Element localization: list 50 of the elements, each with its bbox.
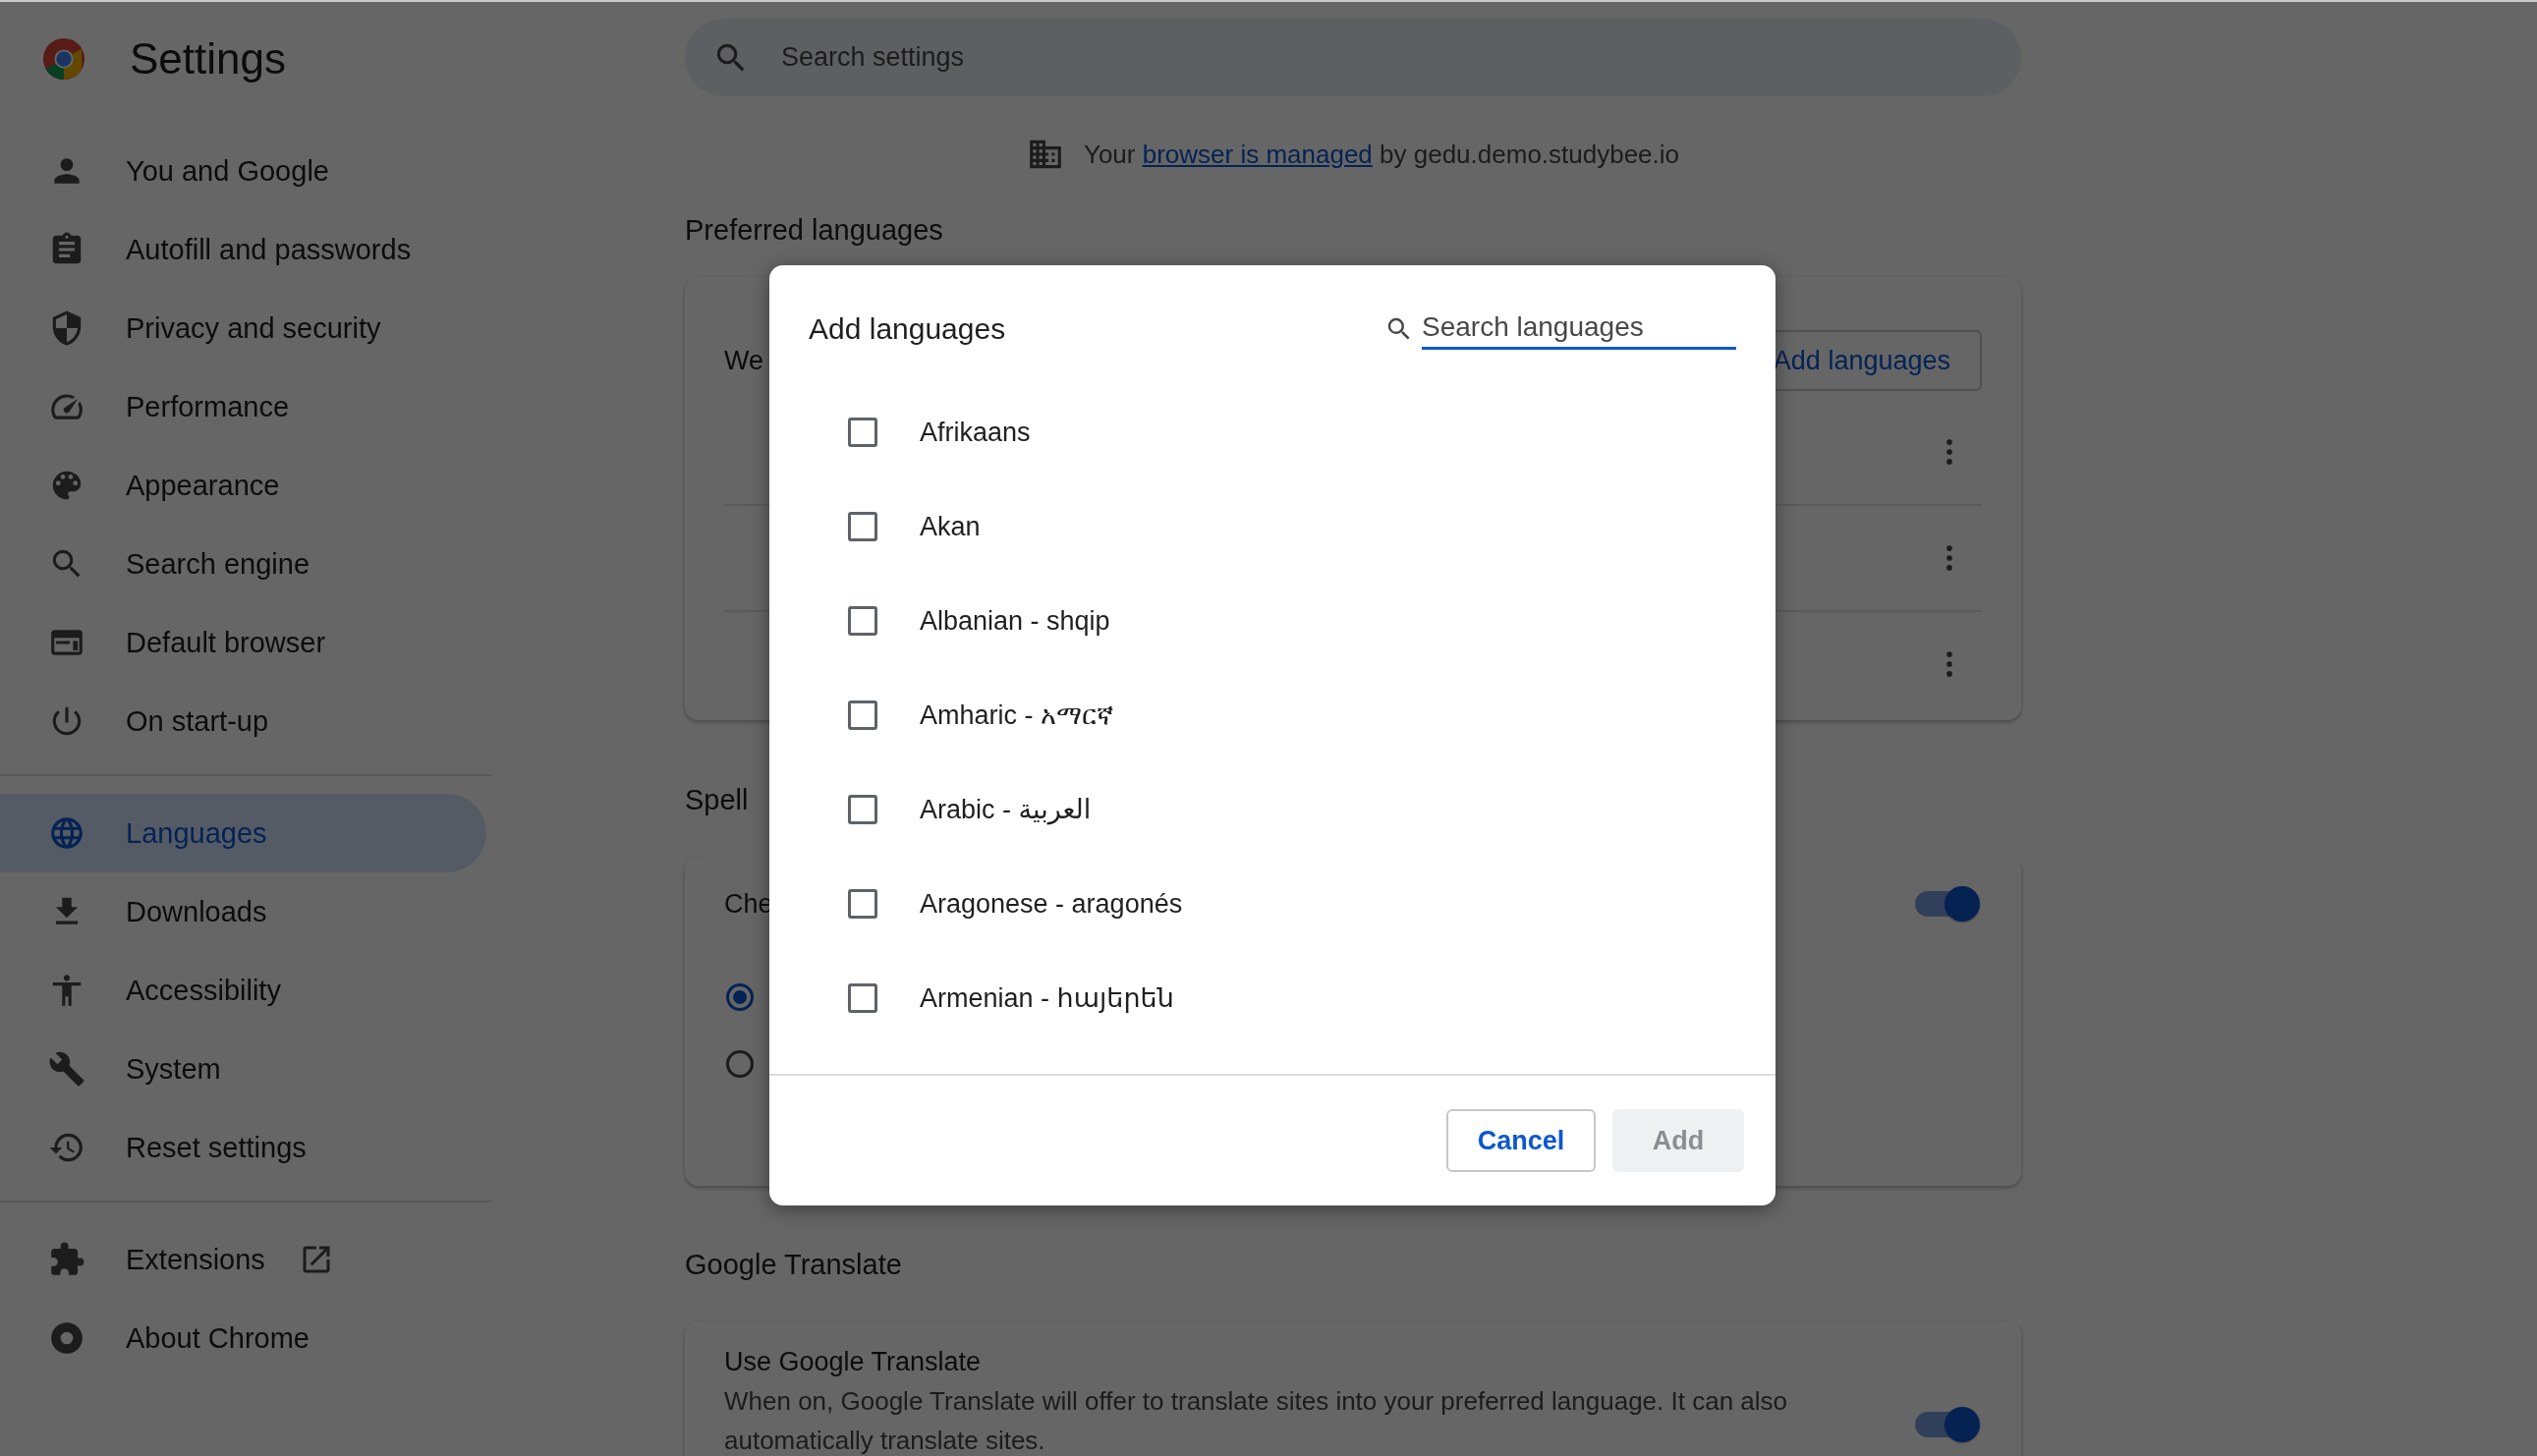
toggle-switch[interactable] bbox=[1915, 1406, 1982, 1443]
section-heading: Spell bbox=[685, 784, 749, 817]
sidebar-item[interactable]: About Chrome bbox=[0, 1299, 486, 1377]
language-label: Armenian - հայերեն bbox=[920, 982, 1174, 1014]
sidebar-item[interactable]: On start-up bbox=[0, 682, 486, 760]
radio-button[interactable] bbox=[726, 1050, 754, 1078]
language-label: Afrikaans bbox=[920, 417, 1031, 448]
checkbox[interactable] bbox=[848, 795, 877, 824]
sidebar-item[interactable]: Autofill and passwords bbox=[0, 210, 486, 289]
setting-description: When on, Google Translate will offer to translate sites into your preferred language. It can also automatically translate sites. bbox=[724, 1385, 1788, 1456]
globe-icon bbox=[48, 814, 85, 852]
language-label: Amharic - አማርኛ bbox=[920, 700, 1114, 731]
sidebar-item[interactable]: Search engine bbox=[0, 525, 486, 603]
sidebar-item[interactable]: Performance bbox=[0, 367, 486, 446]
wrench-icon bbox=[48, 1050, 85, 1088]
sidebar-item[interactable]: Reset settings bbox=[0, 1108, 486, 1187]
section-heading: Preferred languages bbox=[685, 214, 943, 248]
sidebar-item[interactable]: You and Google bbox=[0, 132, 486, 210]
language-label: Akan bbox=[920, 511, 981, 542]
setting-title: Use Google Translate bbox=[724, 1347, 983, 1377]
language-label: Albanian - shqip bbox=[920, 605, 1110, 637]
sidebar-item[interactable]: Extensions bbox=[0, 1220, 486, 1299]
cancel-button[interactable]: Cancel bbox=[1446, 1109, 1596, 1172]
toggle-switch[interactable] bbox=[1915, 885, 1982, 923]
card-label: Che bbox=[724, 888, 773, 920]
checkbox[interactable] bbox=[848, 983, 877, 1013]
dialog-title: Add languages bbox=[809, 312, 1006, 346]
language-label: Arabic - العربية bbox=[920, 794, 1092, 825]
card-label: We bbox=[724, 345, 763, 376]
sidebar-item[interactable]: Downloads bbox=[0, 872, 486, 951]
radio-button[interactable] bbox=[726, 983, 754, 1011]
language-label: Aragonese - aragonés bbox=[920, 888, 1183, 920]
managed-notice: Your browser is managed by gedu.demo.studybee.io bbox=[1083, 139, 1680, 170]
checkbox[interactable] bbox=[848, 889, 877, 919]
ring-icon bbox=[48, 1319, 85, 1357]
managed-link[interactable]: browser is managed bbox=[1142, 139, 1373, 169]
checkbox[interactable] bbox=[848, 700, 877, 730]
sidebar-item[interactable]: System bbox=[0, 1030, 486, 1108]
sidebar-item[interactable]: Privacy and security bbox=[0, 289, 486, 367]
checkbox[interactable] bbox=[848, 418, 877, 447]
sidebar-item[interactable]: Default browser bbox=[0, 603, 486, 682]
checkbox[interactable] bbox=[848, 606, 877, 636]
sidebar-item[interactable]: Languages bbox=[0, 794, 486, 872]
section-heading: Google Translate bbox=[685, 1249, 902, 1282]
checkbox[interactable] bbox=[848, 512, 877, 541]
sidebar-item[interactable]: Appearance bbox=[0, 446, 486, 525]
sidebar-item[interactable]: Accessibility bbox=[0, 951, 486, 1030]
page-title: Settings bbox=[130, 34, 286, 84]
puzzle-icon bbox=[48, 1241, 85, 1278]
browser-logo bbox=[41, 36, 86, 82]
